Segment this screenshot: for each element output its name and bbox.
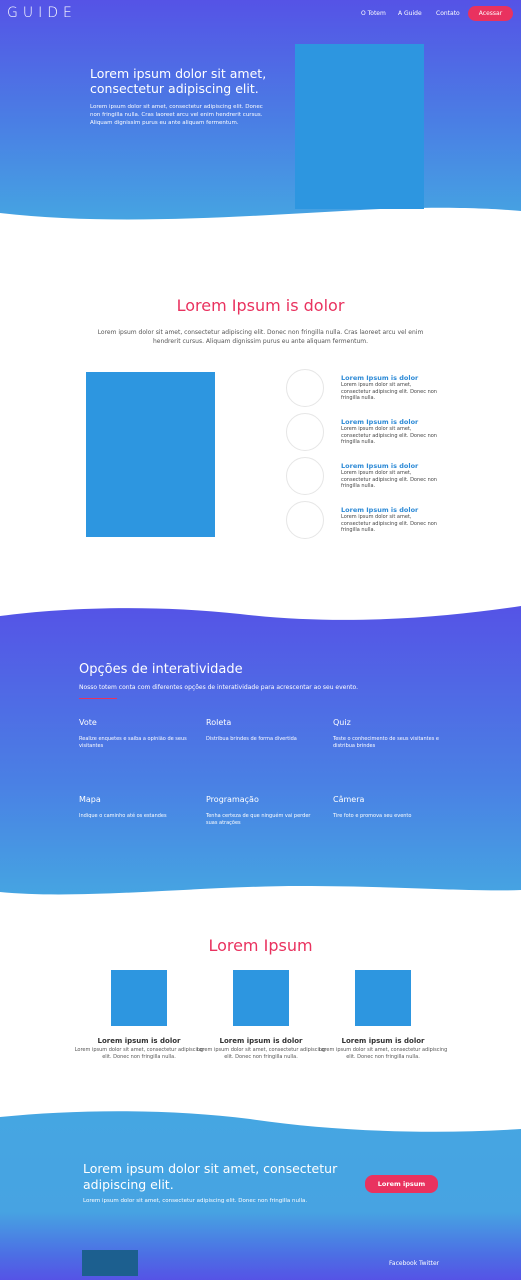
card-title: Lorem ipsum is dolor [341, 1037, 425, 1045]
option-text: Tire foto e promova seu evento [333, 813, 412, 819]
nav-link-o-totem[interactable]: O Totem [361, 10, 386, 17]
option-text: Teste o conhecimento de seus visitantes … [333, 736, 439, 749]
feature-title: Lorem Ipsum is dolor [341, 462, 419, 470]
cta-section [0, 1110, 521, 1280]
option-title-programacao: Programação [206, 795, 259, 804]
interactivity-section [0, 605, 521, 900]
acessar-button[interactable]: Acessar [468, 6, 513, 21]
option-text: Realize enquetes e saiba a opinião de se… [79, 736, 187, 749]
card-image-placeholder [111, 970, 167, 1026]
interactivity-subtitle: Nosso totem conta com diferentes opções … [79, 684, 358, 691]
feature-text: Lorem ipsum dolor sit amet, consectetur … [341, 470, 437, 489]
option-title-roleta: Roleta [206, 718, 232, 727]
feature-text: Lorem ipsum dolor sit amet, consectetur … [341, 426, 437, 445]
option-text: Distribua brindes de forma divertida [206, 736, 297, 742]
nav-link-contato[interactable]: Contato [436, 10, 460, 17]
option-title-quiz: Quiz [333, 718, 351, 727]
cta-text: Lorem ipsum dolor sit amet, consectetur … [83, 1198, 308, 1204]
card-text: Lorem ipsum dolor sit amet, consectetur … [74, 1047, 204, 1060]
about-image-placeholder [86, 372, 215, 537]
feature-text: Lorem ipsum dolor sit amet, consectetur … [341, 514, 437, 533]
card-title: Lorem ipsum is dolor [97, 1037, 181, 1045]
about-text: Lorem ipsum dolor sit amet, consectetur … [97, 329, 424, 345]
card-text: Lorem ipsum dolor sit amet, consectetur … [196, 1047, 326, 1060]
hero-text: Lorem ipsum dolor sit amet, consectetur … [90, 104, 263, 126]
card-image-placeholder [355, 970, 411, 1026]
feature-title: Lorem Ipsum is dolor [341, 506, 419, 514]
option-title-camera: Câmera [333, 795, 365, 804]
card-title: Lorem ipsum is dolor [219, 1037, 303, 1045]
cta-top-wave [0, 1105, 521, 1132]
bottom-wave [0, 886, 521, 902]
cards-title: Lorem Ipsum [208, 936, 313, 955]
hero-title: Lorem ipsum dolor sit amet, consectetur … [90, 66, 267, 96]
feature-circle-icon [286, 369, 324, 407]
feature-text: Lorem ipsum dolor sit amet, consectetur … [341, 382, 437, 401]
footer-logo-placeholder [82, 1250, 138, 1276]
feature-circle-icon [286, 413, 324, 451]
top-wave [0, 600, 521, 620]
option-text: Indique o caminho até os estandes [79, 813, 167, 819]
card-text: Lorem ipsum dolor sit amet, consectetur … [318, 1047, 448, 1060]
feature-title: Lorem Ipsum is dolor [341, 418, 419, 426]
feature-circle-icon [286, 457, 324, 495]
card-image-placeholder [233, 970, 289, 1026]
feature-title: Lorem Ipsum is dolor [341, 374, 419, 382]
feature-circle-icon [286, 501, 324, 539]
option-title-vote: Vote [79, 718, 97, 727]
hero-wave [0, 207, 521, 235]
option-text: Tenha certeza de que ninguém vai perder … [206, 813, 311, 826]
hero-image-placeholder [295, 44, 424, 209]
accent-divider [79, 698, 117, 699]
cta-button[interactable]: Lorem ipsum [365, 1175, 438, 1193]
option-title-mapa: Mapa [79, 795, 101, 804]
footer-link-facebook[interactable]: Facebook [389, 1260, 417, 1267]
logo[interactable]: GUIDE [7, 5, 77, 21]
nav-link-a-guide[interactable]: A Guide [398, 10, 422, 17]
footer-link-twitter[interactable]: Twitter [419, 1260, 439, 1267]
about-title: Lorem Ipsum is dolor [176, 296, 345, 315]
cta-title: Lorem ipsum dolor sit amet, consectetur … [83, 1161, 338, 1192]
interactivity-title: Opções de interatividade [79, 662, 243, 677]
